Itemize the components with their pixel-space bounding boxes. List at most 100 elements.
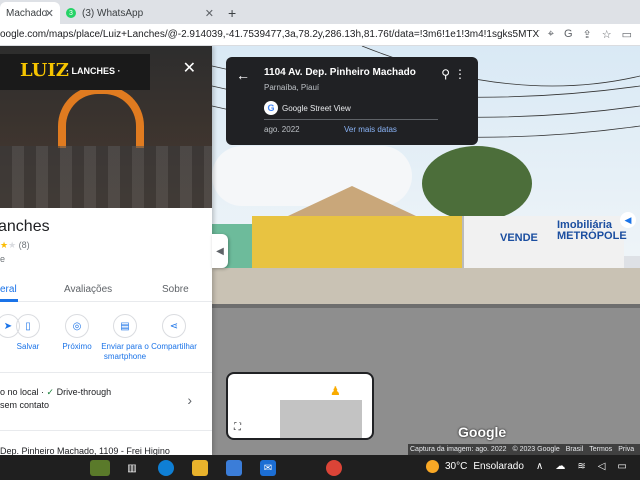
action-label: Próximo [62, 342, 92, 351]
minimap[interactable]: ♟ ⛶ [226, 372, 374, 440]
nearby-icon: ◎ [65, 314, 89, 338]
bookmark-star-icon[interactable]: ☆ [602, 28, 612, 41]
nearby-button[interactable]: ◎ Próximo [51, 314, 103, 352]
temperature: 30°C [445, 461, 468, 472]
place-title: anches [0, 218, 50, 235]
sign-imobiliaria-line2: METRÓPOLE [557, 230, 627, 242]
navigation-arrow-icon[interactable]: ◀ [620, 212, 636, 228]
google-icon: G [264, 101, 278, 115]
street-view-city: Parnaíba, Piauí [264, 83, 320, 92]
share-icon: ⋖ [162, 314, 186, 338]
desktop-widget-icon[interactable] [90, 460, 110, 476]
pegman-icon[interactable]: ♟ [330, 384, 341, 398]
browser-tab-strip: Machado ✕ 3 (3) WhatsApp ✕ + [0, 0, 640, 24]
attribution-bar: Captura da imagem: ago. 2022 © 2023 Goog… [408, 444, 640, 455]
logo-text: LUIZ [20, 60, 69, 81]
expand-icon[interactable]: ⛶ [234, 422, 241, 433]
address-bar[interactable]: oogle.com/maps/place/Luiz+Lanches/@-2.91… [0, 24, 640, 46]
send-to-phone-button[interactable]: ▤ Enviar para o smartphone [99, 314, 151, 362]
street-view-info-card: ← 1104 Av. Dep. Pinheiro Machado Parnaíb… [226, 57, 478, 145]
divider [264, 119, 438, 120]
capture-date-label: Captura da imagem: ago. 2022 [410, 446, 507, 453]
url-text[interactable]: oogle.com/maps/place/Luiz+Lanches/@-2.91… [0, 29, 540, 40]
sign-vende: VENDE [500, 232, 538, 244]
share-button[interactable]: ⋖ Compartilhar [148, 314, 200, 352]
action-buttons: ➤ ▯ Salvar ◎ Próximo ▤ Enviar para o sma… [0, 314, 212, 374]
maps-viewport: VENDE Imobiliária METRÓPOLE ◀ ← 1104 Av.… [0, 46, 640, 455]
pin-icon[interactable]: ⚲ [441, 67, 450, 81]
file-explorer-icon[interactable] [192, 460, 208, 476]
place-side-panel: LUIZ · LANCHES · ✕ anches ★★ (8) e eral … [0, 46, 212, 455]
privacy-link[interactable]: Priva [618, 446, 634, 453]
tab-overview[interactable]: eral [0, 284, 17, 295]
bookmark-icon: ▯ [16, 314, 40, 338]
location-icon[interactable]: ⌖ [548, 28, 554, 41]
google-icon[interactable]: G [564, 28, 573, 41]
feature-drive-through: Drive-through [56, 387, 112, 397]
see-more-dates-link[interactable]: Ver mais datas [344, 125, 397, 134]
tab-title: (3) WhatsApp [82, 7, 144, 19]
minimap-thumbnail [280, 400, 362, 438]
wifi-icon[interactable]: ≋ [577, 461, 585, 472]
close-icon[interactable]: ✕ [45, 7, 54, 20]
chevron-right-icon[interactable]: › [187, 392, 192, 408]
action-label: Compartilhar [151, 342, 197, 351]
tab-whatsapp[interactable]: 3 (3) WhatsApp ✕ [60, 2, 220, 24]
capture-date: ago. 2022 [264, 125, 300, 134]
action-label: Salvar [16, 342, 40, 351]
google-logo: Google [458, 424, 507, 440]
tab-title: Machado [6, 7, 48, 19]
region-link[interactable]: Brasil [566, 446, 584, 453]
task-view-icon[interactable]: ▥ [124, 460, 140, 476]
new-tab-button[interactable]: + [222, 2, 242, 24]
source-label: Google Street View [282, 103, 351, 113]
yellow-wall [252, 216, 462, 274]
active-tab-indicator [0, 299, 18, 302]
action-label: Enviar para o smartphone [101, 342, 149, 361]
feature-contactless: sem contato [0, 400, 50, 410]
terms-link[interactable]: Termos [589, 446, 612, 453]
close-icon[interactable]: ✕ [183, 58, 196, 78]
system-tray: ∧ ☁ ≋ ◁ ▭ [536, 461, 627, 472]
street-view-source: G Google Street View [264, 101, 351, 115]
tables [0, 146, 212, 208]
place-address[interactable]: Dep. Pinheiro Machado, 1109 - Frei Higin… [0, 446, 170, 455]
whatsapp-icon: 3 [66, 8, 76, 18]
tab-about[interactable]: Sobre [162, 284, 189, 295]
street-view-address: 1104 Av. Dep. Pinheiro Machado [264, 67, 416, 78]
tab-reviews[interactable]: Avaliações [64, 284, 112, 295]
mail-icon[interactable]: ✉ [260, 460, 276, 476]
balloon-arch [58, 86, 144, 148]
edge-icon[interactable] [158, 460, 174, 476]
service-options[interactable]: o no local · ✓ Drive-through sem contato [0, 386, 111, 412]
address-bar-icons: ⌖ G ⇪ ☆ ▭ [548, 28, 632, 41]
windows-taskbar: ▥ ✉ 30°C Ensolarado ∧ ☁ ≋ ◁ ▭ [0, 455, 640, 480]
category: e [0, 254, 6, 264]
phone-icon: ▤ [113, 314, 137, 338]
sidewalk [212, 268, 640, 308]
tab-maps[interactable]: Machado ✕ [0, 2, 60, 24]
rating[interactable]: ★★ (8) [0, 240, 30, 251]
save-button[interactable]: ▯ Salvar [2, 314, 54, 352]
weather-condition: Ensolarado [473, 461, 524, 472]
chrome-icon[interactable] [326, 460, 342, 476]
cloud-icon[interactable]: ☁ [555, 461, 565, 472]
store-icon[interactable] [226, 460, 242, 476]
chevron-up-icon[interactable]: ∧ [536, 461, 543, 472]
weather-widget[interactable]: 30°C Ensolarado [426, 460, 524, 473]
place-photo[interactable]: LUIZ · LANCHES · ✕ [0, 46, 212, 208]
collapse-panel-button[interactable]: ◀ [212, 234, 228, 268]
volume-icon[interactable]: ◁ [598, 461, 606, 472]
feature-dine-in: o no local · [0, 387, 45, 397]
sign-imobiliaria: Imobiliária METRÓPOLE [557, 220, 627, 242]
close-icon[interactable]: ✕ [205, 7, 214, 20]
back-arrow-icon[interactable]: ← [236, 67, 250, 83]
sun-icon [426, 460, 439, 473]
share-icon[interactable]: ⇪ [583, 28, 592, 41]
more-options-icon[interactable]: ⋮ [454, 67, 466, 81]
sidebar-icon[interactable]: ▭ [622, 28, 632, 41]
battery-icon[interactable]: ▭ [617, 461, 626, 472]
check-icon: ✓ [46, 387, 55, 397]
place-tabs: eral Avaliações Sobre [0, 276, 212, 302]
logo-subtext: · LANCHES · [66, 66, 121, 76]
